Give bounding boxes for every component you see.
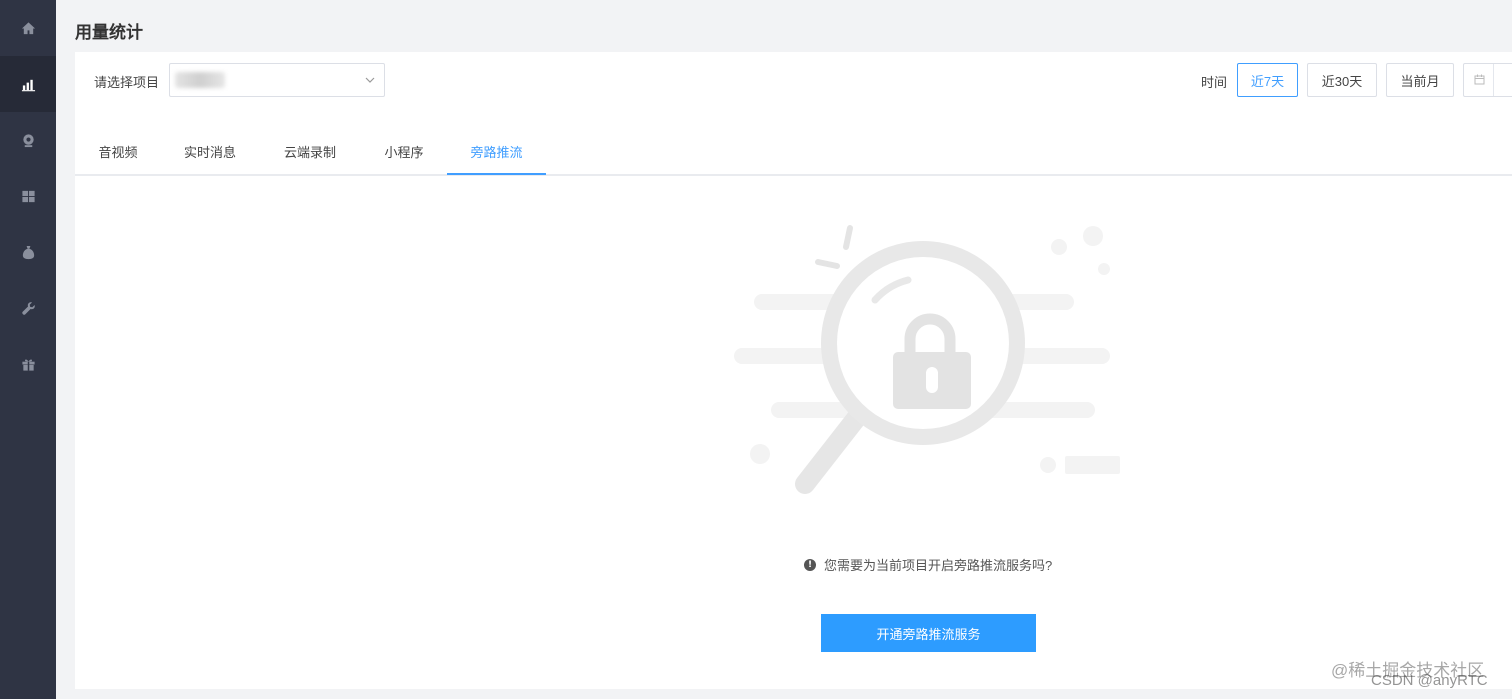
- range-7days-button[interactable]: 近7天: [1237, 63, 1298, 97]
- enable-bypass-streaming-button[interactable]: 开通旁路推流服务: [821, 614, 1036, 652]
- range-30days-button[interactable]: 近30天: [1307, 63, 1377, 97]
- date-range-picker[interactable]: [1463, 63, 1512, 97]
- tab-realtime-messaging[interactable]: 实时消息: [161, 126, 259, 176]
- locked-feature-illustration: [734, 225, 1120, 494]
- time-label: 时间: [1201, 75, 1228, 90]
- home-icon: [21, 21, 35, 34]
- page-title: 用量统计: [75, 23, 143, 42]
- money-bag-icon: [22, 245, 34, 259]
- project-select-label: 请选择项目: [94, 75, 160, 90]
- watermark-csdn: CSDN @anyRTC: [1371, 672, 1488, 689]
- sidebar-item-home[interactable]: [0, 0, 56, 56]
- calendar-icon: [1474, 74, 1485, 85]
- range-current-month-button[interactable]: 当前月: [1386, 63, 1454, 97]
- sidebar: [0, 0, 56, 699]
- grid-icon: [21, 190, 35, 202]
- tab-cloud-recording[interactable]: 云端录制: [259, 126, 361, 176]
- sidebar-item-statistics[interactable]: [0, 56, 56, 112]
- sidebar-item-gifts[interactable]: [0, 336, 56, 392]
- active-tab-indicator: [447, 173, 546, 175]
- main-panel: 请选择项目 时间 近7天 近30天 当前月 音视频 实时消息 云端录制 小程序 …: [75, 52, 1512, 689]
- info-icon: !: [804, 558, 816, 571]
- sidebar-item-apps[interactable]: [0, 168, 56, 224]
- tab-bar: 音视频 实时消息 云端录制 小程序 旁路推流: [75, 126, 1512, 176]
- chevron-down-icon: [365, 77, 375, 83]
- project-name-redacted: [175, 72, 225, 88]
- wrench-icon: [21, 301, 35, 315]
- project-select[interactable]: [169, 63, 385, 97]
- prompt-text: 您需要为当前项目开启旁路推流服务吗?: [824, 558, 1053, 573]
- sidebar-item-billing[interactable]: [0, 224, 56, 280]
- enable-service-prompt: ! 您需要为当前项目开启旁路推流服务吗?: [804, 555, 1052, 574]
- gift-icon: [21, 359, 35, 371]
- tab-bypass-streaming[interactable]: 旁路推流: [447, 126, 546, 176]
- date-picker-divider: [1493, 64, 1494, 96]
- tab-audio-video[interactable]: 音视频: [75, 126, 161, 176]
- sidebar-item-tools[interactable]: [0, 280, 56, 336]
- tab-mini-program[interactable]: 小程序: [361, 126, 447, 176]
- webcam-icon: [22, 133, 34, 147]
- bar-chart-icon: [21, 79, 35, 91]
- sidebar-item-video[interactable]: [0, 112, 56, 168]
